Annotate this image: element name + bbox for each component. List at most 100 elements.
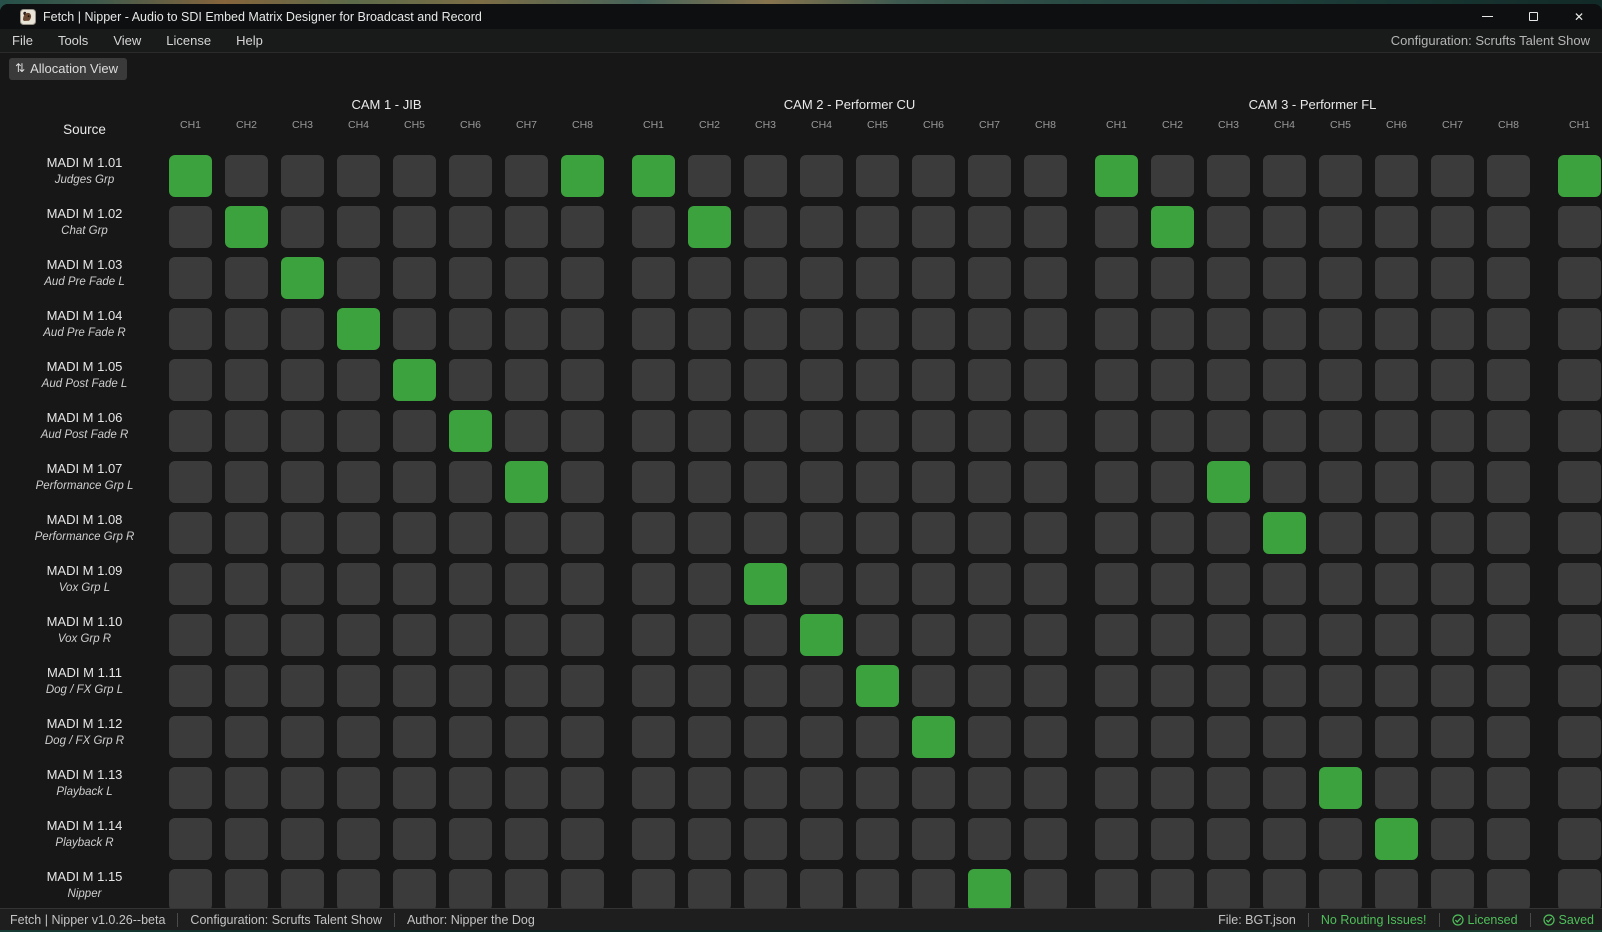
matrix-cell[interactable] bbox=[281, 665, 324, 707]
matrix-cell[interactable] bbox=[561, 308, 604, 350]
menu-tools[interactable]: Tools bbox=[58, 33, 88, 48]
matrix-cell[interactable] bbox=[800, 665, 843, 707]
matrix-cell[interactable] bbox=[1487, 767, 1530, 809]
matrix-cell[interactable] bbox=[505, 614, 548, 656]
matrix-cell[interactable] bbox=[1263, 563, 1306, 605]
matrix-cell[interactable] bbox=[281, 767, 324, 809]
matrix-cell[interactable] bbox=[281, 461, 324, 503]
matrix-cell[interactable] bbox=[856, 257, 899, 299]
matrix-cell[interactable] bbox=[449, 155, 492, 197]
matrix-cell[interactable] bbox=[1558, 206, 1601, 248]
matrix-cell[interactable] bbox=[856, 206, 899, 248]
matrix-cell[interactable] bbox=[337, 155, 380, 197]
matrix-cell[interactable] bbox=[393, 308, 436, 350]
matrix-cell[interactable] bbox=[281, 512, 324, 554]
matrix-cell[interactable] bbox=[449, 206, 492, 248]
matrix-cell[interactable] bbox=[281, 257, 324, 299]
matrix-cell[interactable] bbox=[688, 206, 731, 248]
matrix-cell[interactable] bbox=[1558, 767, 1601, 809]
matrix-cell[interactable] bbox=[225, 512, 268, 554]
matrix-cell[interactable] bbox=[1263, 614, 1306, 656]
matrix-cell[interactable] bbox=[688, 461, 731, 503]
matrix-cell[interactable] bbox=[449, 461, 492, 503]
matrix-cell[interactable] bbox=[912, 410, 955, 452]
matrix-cell[interactable] bbox=[561, 818, 604, 860]
matrix-cell[interactable] bbox=[449, 257, 492, 299]
matrix-cell[interactable] bbox=[1558, 257, 1601, 299]
menu-help[interactable]: Help bbox=[236, 33, 263, 48]
matrix-cell[interactable] bbox=[688, 359, 731, 401]
matrix-cell[interactable] bbox=[225, 410, 268, 452]
matrix-cell[interactable] bbox=[281, 818, 324, 860]
matrix-cell[interactable] bbox=[912, 155, 955, 197]
matrix-cell[interactable] bbox=[1151, 563, 1194, 605]
matrix-cell[interactable] bbox=[856, 818, 899, 860]
matrix-cell[interactable] bbox=[1207, 512, 1250, 554]
matrix-cell[interactable] bbox=[1431, 359, 1474, 401]
matrix-cell[interactable] bbox=[1024, 716, 1067, 758]
matrix-cell[interactable] bbox=[225, 869, 268, 908]
matrix-cell[interactable] bbox=[912, 716, 955, 758]
matrix-cell[interactable] bbox=[632, 767, 675, 809]
matrix-cell[interactable] bbox=[632, 155, 675, 197]
matrix-cell[interactable] bbox=[1263, 206, 1306, 248]
matrix-cell[interactable] bbox=[1558, 665, 1601, 707]
matrix-cell[interactable] bbox=[1431, 206, 1474, 248]
matrix-cell[interactable] bbox=[968, 206, 1011, 248]
matrix-cell[interactable] bbox=[505, 869, 548, 908]
matrix-cell[interactable] bbox=[1263, 869, 1306, 908]
matrix-cell[interactable] bbox=[1319, 563, 1362, 605]
matrix-cell[interactable] bbox=[1263, 155, 1306, 197]
matrix-cell[interactable] bbox=[1487, 461, 1530, 503]
matrix-cell[interactable] bbox=[449, 665, 492, 707]
matrix-cell[interactable] bbox=[1319, 665, 1362, 707]
matrix-cell[interactable] bbox=[337, 410, 380, 452]
matrix-cell[interactable] bbox=[337, 308, 380, 350]
matrix-cell[interactable] bbox=[1375, 257, 1418, 299]
matrix-cell[interactable] bbox=[1319, 410, 1362, 452]
matrix-cell[interactable] bbox=[1207, 410, 1250, 452]
matrix-cell[interactable] bbox=[800, 512, 843, 554]
matrix-cell[interactable] bbox=[337, 818, 380, 860]
matrix-cell[interactable] bbox=[632, 869, 675, 908]
matrix-cell[interactable] bbox=[856, 869, 899, 908]
matrix-cell[interactable] bbox=[968, 767, 1011, 809]
matrix-cell[interactable] bbox=[1095, 206, 1138, 248]
matrix-cell[interactable] bbox=[968, 716, 1011, 758]
matrix-cell[interactable] bbox=[225, 563, 268, 605]
matrix-cell[interactable] bbox=[1151, 257, 1194, 299]
matrix-cell[interactable] bbox=[1375, 206, 1418, 248]
matrix-cell[interactable] bbox=[337, 614, 380, 656]
matrix-cell[interactable] bbox=[281, 308, 324, 350]
matrix-cell[interactable] bbox=[1151, 359, 1194, 401]
matrix-cell[interactable] bbox=[337, 869, 380, 908]
matrix-cell[interactable] bbox=[1024, 308, 1067, 350]
matrix-cell[interactable] bbox=[1487, 818, 1530, 860]
matrix-cell[interactable] bbox=[744, 206, 787, 248]
matrix-cell[interactable] bbox=[1319, 614, 1362, 656]
matrix-cell[interactable] bbox=[968, 512, 1011, 554]
matrix-cell[interactable] bbox=[856, 767, 899, 809]
matrix-cell[interactable] bbox=[1024, 461, 1067, 503]
matrix-cell[interactable] bbox=[1207, 563, 1250, 605]
matrix-cell[interactable] bbox=[449, 767, 492, 809]
matrix-cell[interactable] bbox=[632, 257, 675, 299]
matrix-cell[interactable] bbox=[1319, 512, 1362, 554]
matrix-cell[interactable] bbox=[505, 512, 548, 554]
matrix-cell[interactable] bbox=[688, 716, 731, 758]
matrix-cell[interactable] bbox=[856, 665, 899, 707]
matrix-cell[interactable] bbox=[1024, 155, 1067, 197]
matrix-cell[interactable] bbox=[1558, 818, 1601, 860]
matrix-cell[interactable] bbox=[1558, 869, 1601, 908]
matrix-cell[interactable] bbox=[1095, 155, 1138, 197]
matrix-cell[interactable] bbox=[1558, 359, 1601, 401]
matrix-cell[interactable] bbox=[1151, 206, 1194, 248]
matrix-cell[interactable] bbox=[744, 155, 787, 197]
matrix-cell[interactable] bbox=[505, 257, 548, 299]
matrix-cell[interactable] bbox=[968, 257, 1011, 299]
matrix-cell[interactable] bbox=[912, 563, 955, 605]
matrix-cell[interactable] bbox=[1024, 563, 1067, 605]
matrix-cell[interactable] bbox=[169, 614, 212, 656]
matrix-cell[interactable] bbox=[561, 614, 604, 656]
matrix-cell[interactable] bbox=[688, 155, 731, 197]
